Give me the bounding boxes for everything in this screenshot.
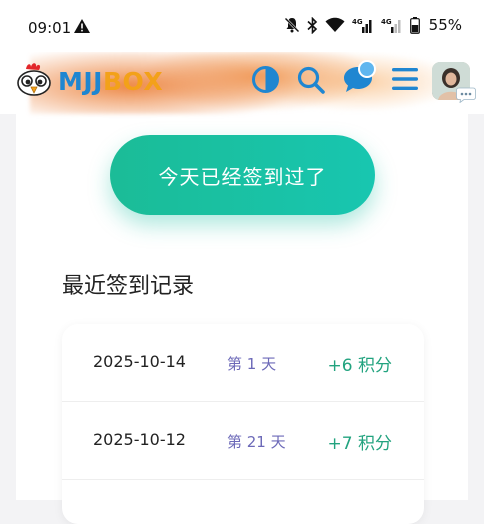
checkin-points: +7 积分: [327, 434, 392, 454]
search-icon[interactable]: [296, 65, 326, 95]
battery-icon: [409, 16, 420, 34]
checkin-streak-day: 第 21 天: [227, 433, 286, 451]
theme-toggle-icon[interactable]: [251, 65, 280, 94]
signal-icon-2: 4G: [381, 18, 401, 33]
rooster-logo-icon: [17, 63, 51, 96]
logo-text-mjj: MJJ: [58, 66, 103, 96]
checkin-history-list: 2025-10-14 第 1 天 +6 积分 2025-10-12 第 21 天…: [62, 324, 424, 524]
checkin-history-row: 2025-10-12 第 21 天 +7 积分: [62, 402, 424, 480]
network-label-1: 4G: [352, 18, 363, 26]
checkin-date: 2025-10-12: [93, 430, 186, 449]
status-time: 09:01: [28, 19, 72, 37]
recent-checkins-title: 最近签到记录: [62, 274, 195, 299]
chat-icon[interactable]: [342, 59, 378, 95]
network-label-2: 4G: [381, 18, 392, 26]
status-bar: 09:01 4G 4G 55%: [0, 0, 484, 52]
checkin-history-row: 2025-10-14 第 1 天 +6 积分: [62, 324, 424, 402]
bluetooth-icon: [307, 16, 317, 34]
checkin-streak-day: 第 1 天: [227, 355, 277, 373]
alert-icon: [74, 19, 90, 33]
site-logo[interactable]: MJJBOX: [14, 61, 163, 101]
signal-icon-1: 4G: [352, 18, 372, 33]
menu-icon[interactable]: [392, 67, 418, 91]
status-icons: 4G 4G 55%: [284, 16, 462, 34]
checkin-date: 2025-10-14: [93, 352, 186, 371]
wifi-icon: [325, 17, 345, 32]
mute-bell-icon: [284, 17, 300, 33]
checkin-done-button[interactable]: 今天已经签到过了: [110, 135, 375, 215]
checkin-points: +6 积分: [327, 356, 392, 376]
site-header: MJJBOX: [0, 52, 484, 114]
avatar-chat-badge-icon: [456, 87, 476, 103]
logo-text-box: BOX: [102, 66, 164, 96]
battery-percent: 55%: [428, 16, 462, 34]
